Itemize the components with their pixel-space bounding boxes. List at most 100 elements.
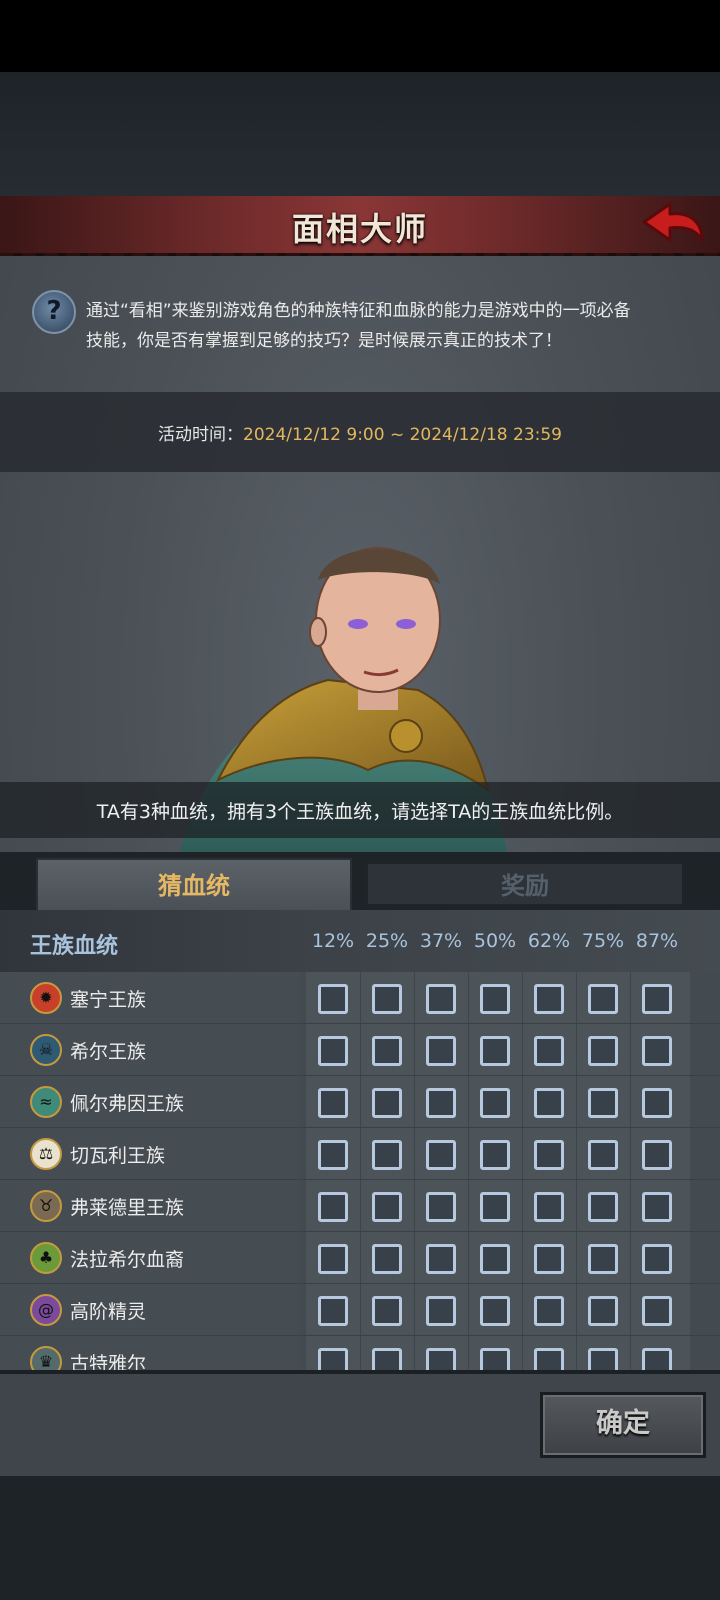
column-separator [414, 1076, 415, 1127]
percent-checkbox[interactable] [534, 1348, 564, 1370]
tab-guess-bloodline[interactable]: 猜血统 [36, 858, 352, 910]
column-separator [630, 1024, 631, 1075]
percent-checkbox[interactable] [372, 1036, 402, 1066]
column-separator [414, 972, 415, 1023]
percent-checkbox[interactable] [372, 984, 402, 1014]
percent-checkbox[interactable] [588, 984, 618, 1014]
column-separator [468, 1180, 469, 1231]
bloodline-name: 希尔王族 [70, 1041, 147, 1063]
column-separator [414, 1232, 415, 1283]
percent-checkbox[interactable] [480, 1192, 510, 1222]
percent-header: 50% [473, 930, 517, 952]
percent-header: 87% [635, 930, 679, 952]
column-separator [468, 1284, 469, 1335]
column-separator [360, 1284, 361, 1335]
percent-checkbox[interactable] [426, 1036, 456, 1066]
percent-checkbox[interactable] [642, 1088, 672, 1118]
column-separator [522, 1284, 523, 1335]
percent-checkbox[interactable] [372, 1348, 402, 1370]
percent-checkbox[interactable] [642, 1296, 672, 1326]
percent-checkbox[interactable] [318, 984, 348, 1014]
percent-checkbox[interactable] [372, 1192, 402, 1222]
table-row: ♣ 法拉希尔血裔 [0, 1232, 720, 1284]
percent-checkbox[interactable] [480, 1244, 510, 1274]
percent-checkbox[interactable] [372, 1244, 402, 1274]
percent-checkbox[interactable] [426, 1088, 456, 1118]
help-icon[interactable]: ? [32, 290, 76, 334]
percent-checkbox[interactable] [426, 1244, 456, 1274]
column-separator [630, 1128, 631, 1179]
percent-checkbox[interactable] [480, 1348, 510, 1370]
column-separator [522, 1128, 523, 1179]
percent-checkbox[interactable] [588, 1036, 618, 1066]
column-separator [414, 1024, 415, 1075]
percent-checkbox[interactable] [372, 1296, 402, 1326]
percent-checkbox[interactable] [534, 1192, 564, 1222]
table-row: ♉ 弗莱德里王族 [0, 1180, 720, 1232]
percent-checkbox[interactable] [642, 1140, 672, 1170]
percent-checkbox[interactable] [480, 1296, 510, 1326]
bloodline-name: 弗莱德里王族 [70, 1197, 185, 1219]
table-row: ⚖ 切瓦利王族 [0, 1128, 720, 1180]
column-separator [414, 1336, 415, 1370]
percent-checkbox[interactable] [534, 984, 564, 1014]
bloodline-table: 王族血统 12% 25% 37% 50% 62% 75% 87% ✹ 塞宁王族 ☠ 希… [0, 910, 720, 1370]
percent-checkbox[interactable] [534, 1296, 564, 1326]
percent-checkbox[interactable] [318, 1140, 348, 1170]
percent-checkbox[interactable] [534, 1088, 564, 1118]
percent-checkbox[interactable] [318, 1296, 348, 1326]
percent-checkbox[interactable] [588, 1192, 618, 1222]
column-separator [576, 972, 577, 1023]
percent-checkbox[interactable] [534, 1140, 564, 1170]
column-separator [522, 1024, 523, 1075]
percent-checkbox[interactable] [480, 1140, 510, 1170]
percent-checkbox[interactable] [480, 984, 510, 1014]
percent-checkbox[interactable] [642, 1036, 672, 1066]
column-separator [360, 1024, 361, 1075]
column-separator [468, 972, 469, 1023]
percent-checkbox[interactable] [426, 1348, 456, 1370]
percent-checkbox[interactable] [426, 984, 456, 1014]
column-separator [522, 1076, 523, 1127]
percent-header: 37% [419, 930, 463, 952]
column-separator [522, 1232, 523, 1283]
back-arrow-icon[interactable] [640, 200, 706, 250]
percent-checkbox[interactable] [588, 1348, 618, 1370]
percent-checkbox[interactable] [480, 1036, 510, 1066]
percent-checkbox[interactable] [534, 1036, 564, 1066]
sun-emblem-icon: ✹ [30, 982, 62, 1014]
percent-checkbox[interactable] [372, 1140, 402, 1170]
percent-checkbox[interactable] [426, 1296, 456, 1326]
column-separator [522, 972, 523, 1023]
percent-checkbox[interactable] [588, 1088, 618, 1118]
column-separator [360, 1180, 361, 1231]
percent-checkbox[interactable] [642, 1348, 672, 1370]
percent-checkbox[interactable] [426, 1192, 456, 1222]
percent-checkbox[interactable] [318, 1192, 348, 1222]
percent-checkbox[interactable] [642, 1192, 672, 1222]
percent-checkbox[interactable] [318, 1088, 348, 1118]
intro-text: 通过“看相”来鉴别游戏角色的种族特征和血脉的能力是游戏中的一项必备技能，你是否有… [86, 301, 631, 351]
column-separator [414, 1180, 415, 1231]
percent-checkbox[interactable] [318, 1348, 348, 1370]
column-separator [576, 1076, 577, 1127]
column-separator [630, 1076, 631, 1127]
percent-checkbox[interactable] [588, 1244, 618, 1274]
table-header: 王族血统 12% 25% 37% 50% 62% 75% 87% [0, 910, 720, 972]
column-separator [576, 1024, 577, 1075]
percent-checkbox[interactable] [318, 1036, 348, 1066]
percent-checkbox[interactable] [642, 984, 672, 1014]
tab-reward[interactable]: 奖励 [366, 862, 684, 906]
column-separator [576, 1336, 577, 1370]
percent-checkbox[interactable] [588, 1140, 618, 1170]
crown-emblem-icon: ♛ [30, 1346, 62, 1370]
percent-checkbox[interactable] [426, 1140, 456, 1170]
column-separator [630, 1284, 631, 1335]
percent-checkbox[interactable] [642, 1244, 672, 1274]
percent-checkbox[interactable] [372, 1088, 402, 1118]
confirm-button[interactable]: 确定 [540, 1392, 706, 1458]
percent-checkbox[interactable] [318, 1244, 348, 1274]
percent-checkbox[interactable] [588, 1296, 618, 1326]
percent-checkbox[interactable] [534, 1244, 564, 1274]
percent-checkbox[interactable] [480, 1088, 510, 1118]
